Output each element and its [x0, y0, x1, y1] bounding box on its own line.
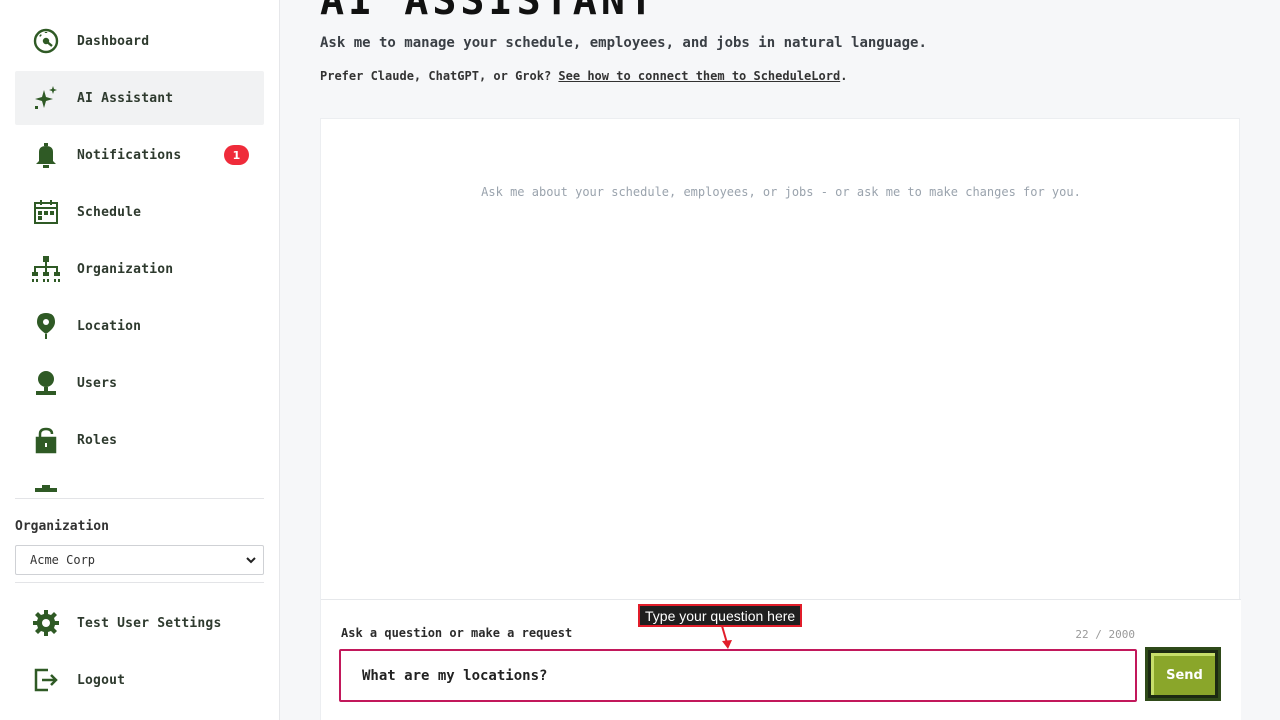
sidebar-item-label: Schedule [77, 204, 142, 220]
connect-guide-link[interactable]: See how to connect them to ScheduleLord [558, 69, 840, 83]
test-user-settings-link[interactable]: Test User Settings [15, 596, 264, 650]
chat-panel: Ask me about your schedule, employees, o… [320, 118, 1241, 720]
map-pin-icon [31, 311, 61, 341]
chat-empty-hint: Ask me about your schedule, employees, o… [481, 185, 1081, 199]
bell-icon [31, 140, 61, 170]
input-hint-tooltip: Type your question here [638, 604, 803, 627]
briefcase-icon [31, 482, 61, 492]
lock-icon [31, 425, 61, 455]
sidebar-item-label: Users [77, 375, 118, 391]
sidebar-item-ai-assistant[interactable]: AI Assistant [15, 71, 264, 125]
calendar-icon [31, 197, 61, 227]
logout-link[interactable]: Logout [15, 653, 264, 707]
sparkle-icon [31, 83, 61, 113]
character-counter: 22 / 2000 [1075, 628, 1135, 641]
page-subtitle: Ask me to manage your schedule, employee… [320, 35, 927, 51]
sidebar-divider [15, 498, 264, 499]
sidebar-item-label: Dashboard [77, 33, 150, 49]
sidebar-item-label: Organization [77, 261, 174, 277]
org-chart-icon [31, 254, 61, 284]
page-title: AI ASSISTANT [320, 0, 657, 24]
app: Dashboard AI Assistant Notifications 1 S… [0, 0, 1280, 720]
connect-note: Prefer Claude, ChatGPT, or Grok? See how… [320, 69, 847, 83]
chevron-down-icon [246, 557, 256, 564]
tooltip-arrow-icon [721, 626, 732, 649]
organization-selected-value: Acme Corp [30, 553, 96, 567]
send-button-label: Send [1151, 653, 1215, 695]
sidebar-item-organization[interactable]: Organization [15, 242, 264, 296]
composer-label: Ask a question or make a request [341, 626, 573, 640]
logout-icon [31, 665, 61, 695]
notification-count-badge: 1 [224, 145, 249, 165]
sidebar-item-label: Roles [77, 432, 118, 448]
sidebar-item-partial[interactable] [15, 470, 264, 492]
sidebar-item-users[interactable]: Users [15, 356, 264, 410]
sidebar-item-roles[interactable]: Roles [15, 413, 264, 467]
send-button[interactable]: Send [1145, 647, 1221, 701]
sidebar: Dashboard AI Assistant Notifications 1 S… [0, 0, 280, 720]
sidebar-divider [15, 582, 264, 583]
chat-input[interactable] [339, 649, 1137, 702]
sidebar-item-notifications[interactable]: Notifications 1 [15, 128, 264, 182]
sidebar-item-location[interactable]: Location [15, 299, 264, 353]
sidebar-item-label: Notifications [77, 147, 182, 163]
sidebar-item-label: AI Assistant [77, 90, 174, 106]
organization-label: Organization [15, 519, 109, 534]
sidebar-item-schedule[interactable]: Schedule [15, 185, 264, 239]
sidebar-item-label: Test User Settings [77, 615, 222, 631]
sidebar-nav: Dashboard AI Assistant Notifications 1 S… [15, 14, 264, 492]
dashboard-gauge-icon [31, 26, 61, 56]
sidebar-item-label: Logout [77, 672, 126, 688]
sidebar-item-label: Location [77, 318, 142, 334]
organization-select[interactable]: Acme Corp [15, 545, 264, 575]
connect-suffix: . [840, 69, 848, 83]
connect-prefix: Prefer Claude, ChatGPT, or Grok? [320, 69, 552, 83]
sidebar-item-dashboard[interactable]: Dashboard [15, 14, 264, 68]
gear-icon [31, 608, 61, 638]
user-icon [31, 368, 61, 398]
